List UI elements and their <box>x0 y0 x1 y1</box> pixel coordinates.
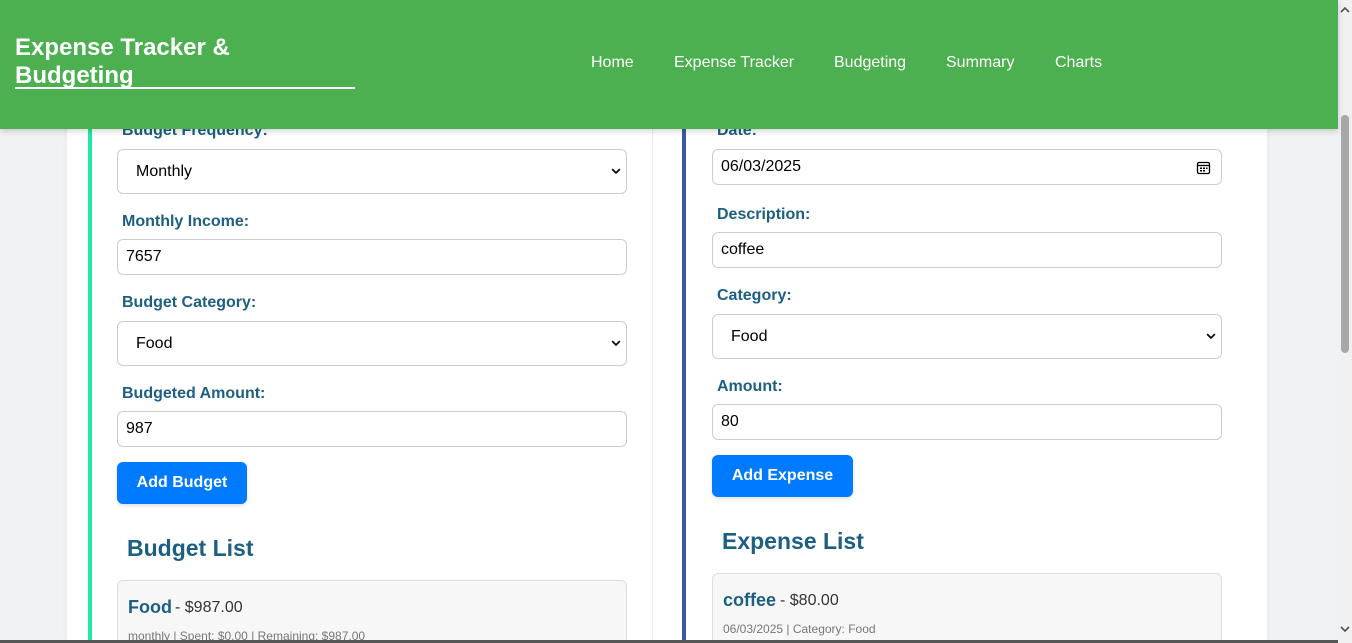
chevron-down-icon <box>611 340 621 347</box>
budget-list-item: Food - $987.00 monthly | Spent: $0.00 | … <box>117 580 627 643</box>
chevron-down-icon <box>1206 333 1216 340</box>
site-header: Expense Tracker & Budgeting Home Expense… <box>0 0 1338 129</box>
budget-frequency-select[interactable]: Monthly <box>117 149 627 194</box>
scroll-down-arrow-icon[interactable] <box>1340 624 1350 634</box>
expense-category-value: Food <box>731 328 768 345</box>
budget-category-label: Budget Category: <box>122 294 257 311</box>
expense-item-amount: - $80.00 <box>780 592 839 609</box>
nav-budgeting[interactable]: Budgeting <box>834 54 906 72</box>
budgeted-amount-input[interactable]: 987 <box>117 411 627 447</box>
date-input[interactable]: 06/03/2025 <box>712 149 1222 185</box>
scrollbar-thumb[interactable] <box>1341 115 1349 353</box>
add-expense-button[interactable]: Add Expense <box>712 455 853 497</box>
expense-category-label: Category: <box>717 287 792 304</box>
budget-item-name: Food <box>128 597 172 617</box>
expense-item-meta: 06/03/2025 | Category: Food <box>723 622 876 636</box>
expense-category-select[interactable]: Food <box>712 314 1222 359</box>
budgeted-amount-label: Budgeted Amount: <box>122 385 266 402</box>
nav-home[interactable]: Home <box>591 54 634 72</box>
budget-category-select[interactable]: Food <box>117 321 627 366</box>
expense-item-name: coffee <box>723 590 777 610</box>
add-budget-button[interactable]: Add Budget <box>117 462 247 504</box>
budget-frequency-value: Monthly <box>136 163 193 180</box>
budget-list-title: Budget List <box>127 535 254 561</box>
scroll-up-arrow-icon[interactable] <box>1340 5 1350 15</box>
monthly-income-label: Monthly Income: <box>122 213 250 230</box>
expense-list-title: Expense List <box>722 528 864 554</box>
budget-item-amount: - $987.00 <box>175 599 243 616</box>
monthly-income-input[interactable]: 7657 <box>117 239 627 275</box>
expense-list-item: coffee - $80.00 06/03/2025 | Category: F… <box>712 573 1222 643</box>
nav-charts[interactable]: Charts <box>1055 54 1102 72</box>
site-title: Expense Tracker & Budgeting <box>15 34 230 89</box>
description-input[interactable]: coffee <box>712 232 1222 268</box>
description-label: Description: <box>717 206 811 223</box>
nav-expense-tracker[interactable]: Expense Tracker <box>674 54 794 72</box>
date-value: 06/03/2025 <box>721 158 802 175</box>
title-underline <box>15 87 355 89</box>
expense-amount-label: Amount: <box>717 378 783 395</box>
budget-category-value: Food <box>136 335 173 352</box>
vertical-scrollbar[interactable] <box>1338 0 1352 643</box>
chevron-down-icon <box>611 168 621 175</box>
calendar-icon[interactable] <box>1196 160 1211 175</box>
expense-amount-input[interactable]: 80 <box>712 404 1222 440</box>
nav-summary[interactable]: Summary <box>946 54 1014 72</box>
